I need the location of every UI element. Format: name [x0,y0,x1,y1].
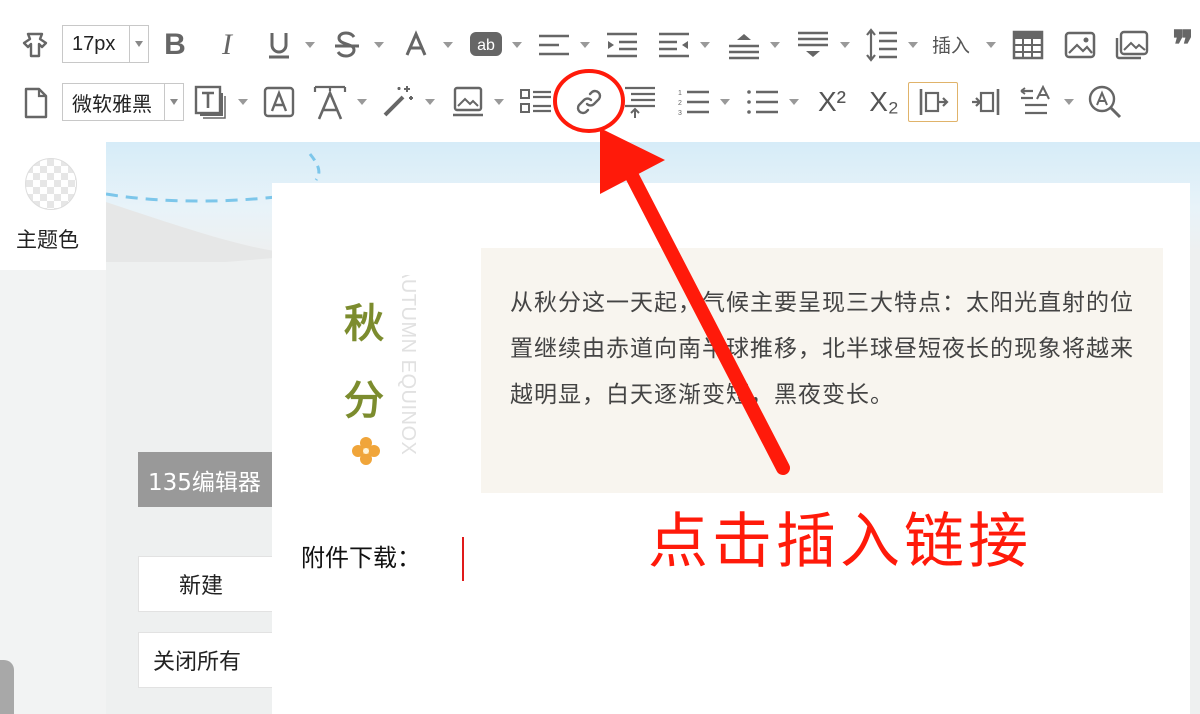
italic-icon[interactable]: I [212,28,242,62]
bold-icon[interactable]: B [160,28,190,62]
unordered-list-dropdown-icon[interactable] [789,99,799,105]
paragraph-spacing-before-icon[interactable] [726,28,762,62]
editor-toolbar: 17px B I ab 插入 ❞ 微软雅黑 1 2 3 X² X₂ [0,0,1200,142]
paragraph-spacing-after-icon[interactable] [795,28,831,62]
font-effect-dropdown-icon[interactable] [357,99,367,105]
font-size-select[interactable]: 17px [62,25,149,63]
align-left-icon[interactable] [536,28,572,62]
text-cursor [462,537,464,581]
svg-text:1: 1 [678,90,682,97]
underline-dropdown-icon[interactable] [305,42,315,48]
outdent-icon[interactable] [656,28,692,62]
text-indent-left-icon[interactable] [908,82,958,122]
unordered-list-icon[interactable] [745,85,781,119]
anchor-insert-icon[interactable] [622,84,658,120]
ordered-list-icon[interactable]: 1 2 3 [676,85,712,119]
insert-dropdown-icon[interactable] [986,42,996,48]
eraser-icon[interactable] [18,28,52,62]
outdent-dropdown-icon[interactable] [700,42,710,48]
underline-icon[interactable] [262,28,296,62]
image-text-layout-icon[interactable] [518,85,554,119]
chevron-down-icon [164,84,183,120]
font-family-select[interactable]: 微软雅黑 [62,83,184,121]
blockquote-icon[interactable]: ❞ [1166,22,1200,69]
collapse-tab[interactable] [0,660,14,714]
highlight-icon[interactable]: ab [468,30,504,58]
title-char-autumn: 秋 [344,300,384,347]
ordered-list-dropdown-icon[interactable] [720,99,730,105]
svg-text:AUTUMN EQUINOX: AUTUMN EQUINOX [397,275,419,455]
highlight-dropdown-icon[interactable] [512,42,522,48]
editor-brand-button[interactable]: 135编辑器 [138,452,278,507]
attachment-label: 附件下载： [301,544,421,572]
text-direction-icon[interactable] [1018,84,1056,120]
background-image-dropdown-icon[interactable] [494,99,504,105]
chevron-down-icon [129,26,148,62]
theme-color-label: 主题色 [16,228,79,252]
text-style-dropdown-icon[interactable] [238,99,248,105]
insert-link-icon[interactable] [572,84,606,120]
font-effect-icon[interactable] [312,82,348,122]
spacing-before-dropdown-icon[interactable] [770,42,780,48]
font-size-value: 17px [72,32,116,55]
background-image-icon[interactable] [450,85,486,119]
text-direction-dropdown-icon[interactable] [1064,99,1074,105]
table-icon[interactable] [1010,28,1046,62]
document-page[interactable]: 秋 分 AUTUMN EQUINOX 从秋分这一天起，气候主要呈现三大特点：太阳… [272,183,1190,714]
superscript-icon[interactable]: X² [812,84,852,120]
svg-text:2: 2 [678,100,682,107]
flower-icon [352,437,380,465]
magic-wand-icon[interactable] [380,82,416,120]
align-dropdown-icon[interactable] [580,42,590,48]
strikethrough-icon[interactable] [330,28,364,62]
insert-menu-label[interactable]: 插入 [932,31,970,58]
new-document-icon[interactable] [20,85,52,121]
indent-icon[interactable] [604,28,640,62]
line-height-dropdown-icon[interactable] [908,42,918,48]
font-family-value: 微软雅黑 [72,93,152,116]
magic-wand-dropdown-icon[interactable] [425,99,435,105]
svg-text:3: 3 [678,110,682,117]
quote-block: 从秋分这一天起，气候主要呈现三大特点：太阳光直射的位置继续由赤道向南半球推移，北… [481,248,1163,493]
find-replace-icon[interactable] [1086,84,1124,120]
english-title-vertical: AUTUMN EQUINOX [397,275,419,455]
multi-image-icon[interactable] [1114,28,1150,62]
line-height-icon[interactable] [864,26,900,64]
image-icon[interactable] [1062,28,1098,62]
subscript-icon[interactable]: X₂ [864,84,904,120]
title-char-equinox: 分 [344,377,384,424]
text-border-icon[interactable] [262,84,296,120]
font-color-dropdown-icon[interactable] [443,42,453,48]
theme-color-panel[interactable]: 主题色 [0,142,106,270]
svg-text:ab: ab [477,37,495,54]
new-button[interactable]: 新建 [138,556,278,612]
close-all-button[interactable]: 关闭所有 [138,632,278,688]
text-indent-right-icon[interactable] [968,84,1004,120]
spacing-after-dropdown-icon[interactable] [840,42,850,48]
theme-color-swatch[interactable] [25,158,77,210]
quote-text: 从秋分这一天起，气候主要呈现三大特点：太阳光直射的位置继续由赤道向南半球推移，北… [510,290,1134,408]
strikethrough-dropdown-icon[interactable] [374,42,384,48]
font-color-icon[interactable] [400,28,432,62]
text-style-icon[interactable] [193,84,229,120]
